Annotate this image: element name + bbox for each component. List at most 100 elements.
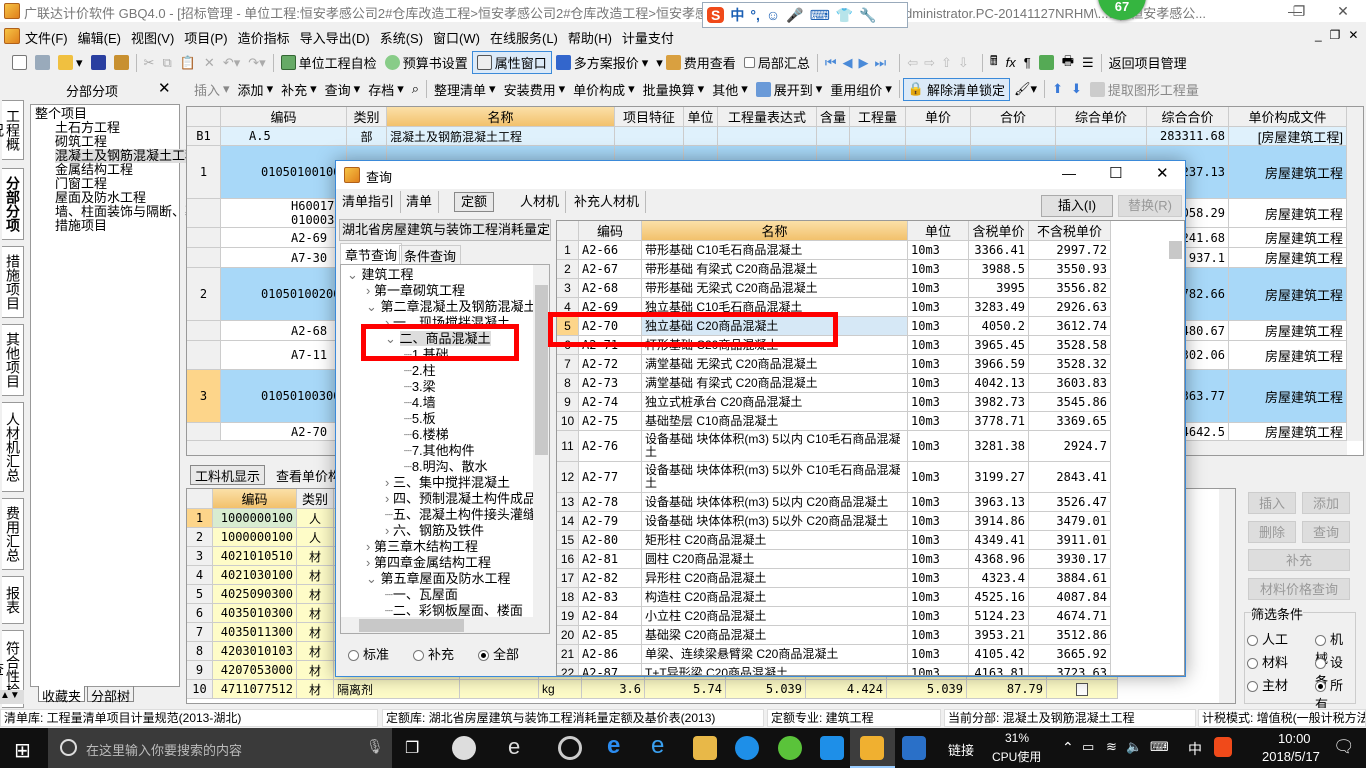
mdi-window-controls[interactable]: _❐✕: [1315, 28, 1366, 42]
chevron-right-icon[interactable]: ›: [385, 315, 393, 330]
chapter-tree-node[interactable]: ┈5.板: [404, 412, 436, 426]
quota-row[interactable]: 20 A2-85 基础梁 C20商品混凝土 10m3 3953.21 3512.86: [557, 626, 1184, 645]
tab-favorites[interactable]: 收藏夹: [38, 686, 86, 704]
g-app-icon[interactable]: [735, 736, 759, 760]
move-arrows[interactable]: ⇦⇨⇧⇩: [903, 51, 979, 74]
chapter-tree-node[interactable]: › 第四章金属结构工程: [366, 556, 491, 570]
sogou-tray-icon[interactable]: [1214, 737, 1232, 757]
chapter-tree-node[interactable]: › 第三章木结构工程: [366, 540, 478, 554]
volume-icon[interactable]: 🔈: [1126, 739, 1142, 755]
radio-icon[interactable]: [1247, 681, 1258, 693]
tree-node[interactable]: 措施项目: [55, 219, 107, 233]
supplement-menu[interactable]: 补充 ▾: [277, 78, 321, 101]
dialog-tab[interactable]: 定额: [454, 192, 495, 212]
menu-item[interactable]: 窗口(W): [428, 24, 485, 51]
tree-node[interactable]: 砌筑工程: [55, 135, 107, 149]
microphone-icon[interactable]: 🎙: [366, 738, 384, 755]
other-menu[interactable]: 其他 ▾: [708, 78, 752, 101]
new-icon[interactable]: [8, 51, 31, 74]
filter-radio[interactable]: 材料: [1247, 652, 1288, 671]
tree-node[interactable]: 土石方工程: [55, 121, 120, 135]
ie-icon[interactable]: e: [651, 732, 664, 760]
menu-item[interactable]: 造价指标: [233, 24, 295, 51]
table-row[interactable]: 10 4711077512 材隔离剂 kg 3.6 5.74 5.039 4.424 5.039…: [187, 680, 1235, 699]
tree-node[interactable]: 金属结构工程: [55, 163, 133, 177]
paint-icon[interactable]: 🖌▾: [1010, 78, 1041, 101]
cube-icon[interactable]: [1035, 51, 1058, 74]
chapter-tree-node[interactable]: ┈2.柱: [404, 364, 436, 378]
tray-overflow-icon[interactable]: ⌃: [1062, 739, 1074, 756]
column-header[interactable]: 类别: [347, 107, 387, 127]
quota-vertical-scrollbar[interactable]: [1167, 221, 1184, 675]
paragraph-icon[interactable]: ¶: [1020, 51, 1035, 74]
quota-row[interactable]: 8 A2-73 满堂基础 有梁式 C20商品混凝土 10m3 4042.13 3603.8…: [557, 374, 1184, 393]
vtab[interactable]: 人材机汇总: [2, 402, 24, 492]
query-button[interactable]: 查询: [1302, 521, 1350, 543]
green-app-icon[interactable]: [778, 736, 802, 760]
menu-item[interactable]: 编辑(E): [73, 24, 126, 51]
formula-icon[interactable]: fx: [1002, 51, 1020, 74]
ime-indicator[interactable]: 中: [1188, 739, 1202, 759]
chevron-down-icon[interactable]: ⌄: [366, 571, 381, 586]
save-icon[interactable]: [87, 51, 110, 74]
tab-labor-material[interactable]: 工料机显示: [190, 465, 266, 485]
radio-icon[interactable]: [478, 650, 489, 662]
reuse-price-menu[interactable]: 重用组价 ▾: [826, 78, 896, 101]
quota-row[interactable]: 14 A2-79 设备基础 块体体积(m3) 5以外 C20商品混凝土 10m3 391…: [557, 512, 1184, 531]
vtab[interactable]: 工程概况: [0, 100, 24, 160]
chapter-tree-node[interactable]: ┈6.楼梯: [404, 428, 449, 442]
chapter-tree-node[interactable]: › 第一章砌筑工程: [366, 284, 465, 298]
quota-row[interactable]: 6 A2-71 杯形基础 C20商品混凝土 10m3 3965.45 3528.58: [557, 336, 1184, 355]
quota-row[interactable]: 19 A2-84 小立柱 C20商品混凝土 10m3 5124.23 4674.71: [557, 607, 1184, 626]
ime-chinese-mode[interactable]: 中: [730, 5, 744, 25]
install-fee-menu[interactable]: 安装费用 ▾: [500, 78, 570, 101]
quota-row[interactable]: 15 A2-80 矩形柱 C20商品混凝土 10m3 4349.41 3911.01: [557, 531, 1184, 550]
close-button[interactable]: ✕: [1320, 0, 1366, 22]
chevron-down-icon[interactable]: ⌄: [385, 331, 400, 346]
quota-row[interactable]: 1 A2-66 带形基础 C10毛石商品混凝土 10m3 3366.41 2997.72: [557, 241, 1184, 260]
vtab[interactable]: 费用汇总: [2, 498, 24, 570]
quota-row[interactable]: 13 A2-78 设备基础 块体体积(m3) 5以内 C20商品混凝土 10m3 396…: [557, 493, 1184, 512]
tree-horizontal-scrollbar[interactable]: [341, 617, 549, 633]
print-icon[interactable]: 🖶: [1058, 51, 1078, 74]
skin-icon[interactable]: 👕: [836, 7, 853, 24]
radio-icon[interactable]: [413, 650, 424, 662]
fan-app-icon[interactable]: [452, 736, 476, 760]
search-box[interactable]: 在这里输入你要搜索的内容 🎙: [48, 728, 392, 768]
radio-icon[interactable]: [1247, 635, 1258, 647]
undo-icon[interactable]: ↶▾: [219, 51, 244, 74]
radio-icon[interactable]: [1315, 635, 1326, 647]
properties-window-button[interactable]: 属性窗口: [471, 51, 552, 74]
restore-button[interactable]: ❐: [1276, 0, 1322, 22]
move-up-icon[interactable]: ⬆: [1048, 78, 1067, 101]
tree-node[interactable]: 屋面及防水工程: [55, 191, 146, 205]
expand-to-menu[interactable]: 展开到 ▾: [752, 78, 827, 101]
material-price-query-button[interactable]: 材料价格查询: [1248, 578, 1350, 600]
chapter-tree-node[interactable]: ┈五、混凝土构件接头灌缝: [385, 508, 536, 522]
chapter-tree-node[interactable]: ┈1.基础: [404, 348, 449, 362]
quota-row[interactable]: 11 A2-76 设备基础 块体体积(m3) 5以内 C10毛石商品混凝土 10m3 3…: [557, 431, 1184, 462]
paste-icon[interactable]: 📋: [176, 51, 200, 74]
mic-icon[interactable]: 🎤: [786, 7, 803, 24]
gbq-task-button[interactable]: [850, 728, 895, 768]
self-check-button[interactable]: 单位工程自检: [277, 51, 381, 74]
chevron-right-icon[interactable]: ›: [385, 523, 393, 538]
quota-row[interactable]: 5 A2-70 独立基础 C20商品混凝土 10m3 4050.2 3612.74: [557, 317, 1184, 336]
column-header[interactable]: 名称: [387, 107, 615, 127]
swirl-app-icon[interactable]: [558, 736, 582, 760]
chapter-tree-node[interactable]: ⌄ 第五章屋面及防水工程: [366, 572, 511, 586]
grid-header[interactable]: 编码 名称 单位 含税单价 不含税单价: [557, 221, 1184, 241]
folder-icon[interactable]: [110, 51, 133, 74]
quota-row[interactable]: 3 A2-68 带形基础 无梁式 C20商品混凝土 10m3 3995 3556.82: [557, 279, 1184, 298]
chevron-right-icon[interactable]: ›: [385, 491, 393, 506]
filter-radio[interactable]: 主材: [1247, 675, 1288, 694]
insert-button[interactable]: 插入: [1248, 492, 1296, 514]
scope-radio[interactable]: 全部: [478, 644, 519, 663]
ime-punct[interactable]: °,: [750, 7, 760, 23]
batch-convert-menu[interactable]: 批量换算 ▾: [639, 78, 709, 101]
query-menu[interactable]: 查询 ▾: [321, 78, 365, 101]
open-icon[interactable]: ▾: [54, 51, 87, 74]
organize-bill-menu[interactable]: 整理清单 ▾: [430, 78, 500, 101]
column-header[interactable]: 编码: [221, 107, 347, 127]
dialog-tab[interactable]: 清单: [400, 191, 440, 213]
